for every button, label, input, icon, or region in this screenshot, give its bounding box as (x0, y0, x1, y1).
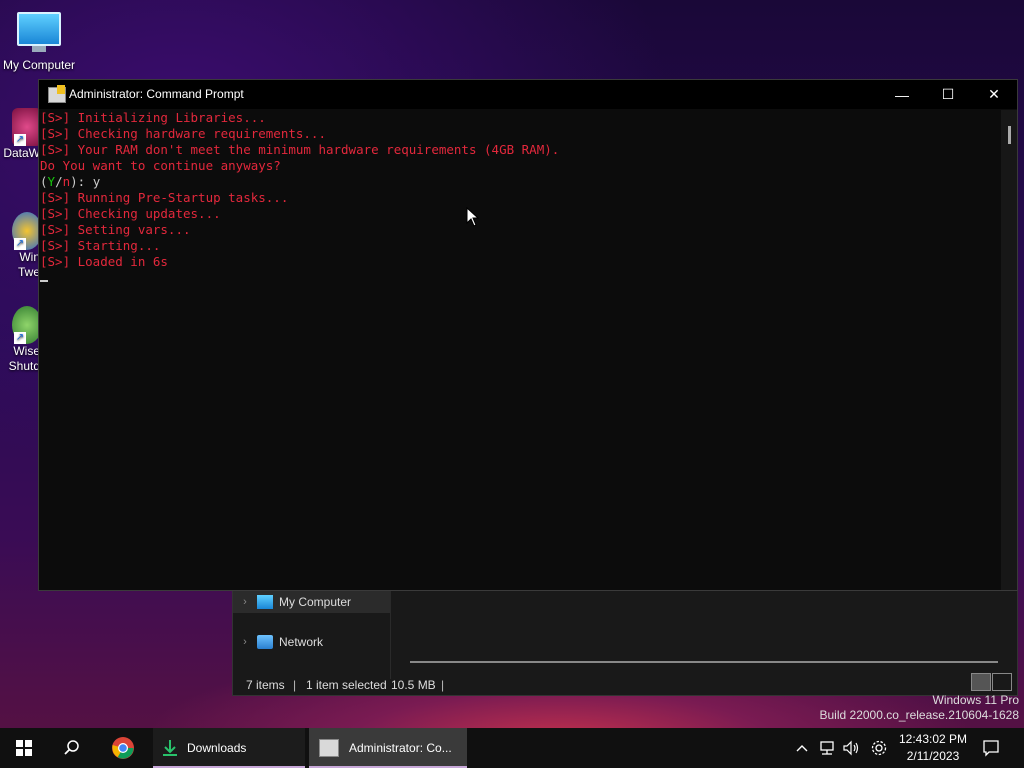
vertical-scrollbar[interactable] (1001, 110, 1017, 590)
prompt-slash: / (55, 174, 63, 189)
desktop-icon-label: Wise (13, 344, 40, 358)
prompt-answer: y (92, 174, 101, 189)
command-prompt-window[interactable]: Administrator: Command Prompt — ☐ ✕ [S>]… (38, 79, 1018, 591)
prompt-paren: ( (40, 174, 48, 189)
taskbar-app-downloads[interactable]: Downloads (153, 728, 305, 768)
windows-logo-icon (16, 740, 32, 756)
status-size: 10.5 MB (391, 678, 436, 692)
chevron-up-icon (796, 745, 808, 752)
network-icon (820, 741, 834, 755)
console-output[interactable]: [S>] Initializing Libraries... [S>] Check… (40, 110, 1001, 590)
desktop-icon-label: My Computer (2, 58, 76, 72)
notification-center-button[interactable] (980, 728, 1002, 768)
shortcut-arrow-icon: ↗ (14, 134, 26, 146)
nav-divider (390, 591, 391, 679)
scrollbar-thumb[interactable] (1008, 126, 1011, 144)
network-tray-button[interactable] (816, 728, 838, 768)
chrome-taskbar-button[interactable] (98, 728, 148, 768)
console-line: [S>] Running Pre-Startup tasks... (40, 190, 289, 205)
console-line: [S>] Setting vars... (40, 222, 191, 237)
explorer-status-bar: 7 items | 1 item selected 10.5 MB | (233, 675, 1017, 695)
console-prompt-line: (Y/n): y (40, 174, 1001, 190)
close-button[interactable]: ✕ (971, 80, 1017, 109)
console-line: [S>] Checking hardware requirements... (40, 126, 326, 141)
speaker-icon (843, 740, 859, 756)
desktop-icon-label: Twe (17, 265, 40, 279)
shortcut-arrow-icon: ↗ (14, 332, 26, 344)
settings-tray-button[interactable] (868, 728, 890, 768)
search-icon (64, 740, 79, 755)
minimize-button[interactable]: — (879, 80, 925, 109)
horizontal-scrollbar[interactable] (410, 661, 998, 663)
notification-icon (983, 740, 999, 757)
console-line: [S>] Initializing Libraries... (40, 110, 266, 125)
large-icons-view-button[interactable] (992, 673, 1012, 691)
minimize-icon: — (895, 86, 909, 103)
search-button[interactable] (48, 728, 96, 768)
prompt-paren: ): (70, 174, 93, 189)
console-line: [S>] Starting... (40, 238, 161, 253)
show-hidden-icons-button[interactable] (792, 728, 812, 768)
prompt-no-option: n (62, 174, 71, 189)
shortcut-arrow-icon: ↗ (14, 238, 26, 250)
taskbar-app-label: Administrator: Co... (349, 741, 452, 755)
mouse-pointer-icon (466, 207, 480, 227)
desktop-icon-my-computer[interactable]: My Computer (0, 8, 78, 72)
console-cursor-line (40, 270, 1001, 286)
gear-icon (871, 740, 887, 756)
taskbar: Downloads Administrator: Co... 12:43:02 … (0, 728, 1024, 768)
status-divider: | (293, 678, 297, 692)
maximize-button[interactable]: ☐ (925, 80, 971, 109)
window-titlebar[interactable]: Administrator: Command Prompt — ☐ ✕ (39, 80, 1017, 109)
nav-item-label: My Computer (279, 595, 352, 609)
prompt-yes-option: Y (47, 174, 56, 189)
nav-item-label: Network (279, 635, 324, 649)
chevron-right-icon[interactable]: › (233, 596, 257, 608)
desktop-icon-label: Win (19, 250, 40, 264)
start-button[interactable] (0, 728, 48, 768)
maximize-icon: ☐ (941, 86, 955, 102)
desktop-icon-label: DataW (3, 146, 40, 160)
download-icon (163, 740, 177, 756)
status-divider: | (441, 678, 445, 692)
desktop-icon-label: Shutd (8, 359, 40, 373)
monitor-stand (32, 46, 46, 52)
cmd-icon (319, 739, 339, 757)
chevron-right-icon[interactable]: › (233, 636, 257, 648)
details-view-button[interactable] (971, 673, 991, 691)
console-line: [S>] Loaded in 6s (40, 254, 168, 269)
desktop-icon-datawiz[interactable]: ↗ DataW (0, 108, 42, 161)
chrome-icon (112, 737, 134, 759)
console-line: [S>] Checking updates... (40, 206, 221, 221)
desktop-icon-win-tweaker[interactable]: ↗ Win Twe (0, 212, 42, 280)
status-item-count: 7 items (246, 678, 285, 692)
text-cursor (40, 280, 48, 282)
taskbar-app-label: Downloads (187, 741, 247, 755)
taskbar-app-command-prompt[interactable]: Administrator: Co... (309, 728, 467, 768)
monitor-icon (17, 12, 61, 46)
network-icon (257, 635, 273, 649)
nav-item-network[interactable]: › Network (233, 631, 323, 653)
volume-tray-button[interactable] (840, 728, 862, 768)
windows-watermark: Windows 11 Pro Build 22000.co_release.21… (820, 693, 1020, 723)
status-selected: 1 item selected (306, 678, 387, 692)
console-line: Do You want to continue anyways? (40, 158, 281, 173)
monitor-icon (257, 595, 273, 609)
console-line: [S>] Your RAM don't meet the minimum har… (40, 142, 560, 157)
watermark-edition: Windows 11 Pro (932, 693, 1019, 707)
nav-item-my-computer[interactable]: › My Computer (233, 591, 390, 613)
close-icon: ✕ (988, 86, 1000, 102)
cmd-icon (48, 85, 66, 103)
clock-time: 12:43:02 PM (898, 732, 968, 746)
clock-date: 2/11/2023 (906, 749, 960, 763)
file-explorer-window: › My Computer › Network 7 items | 1 item… (232, 590, 1018, 696)
window-title: Administrator: Command Prompt (69, 87, 244, 101)
desktop-icon-wise-shutdown[interactable]: ↗ Wise Shutd (0, 306, 42, 374)
taskbar-clock[interactable]: 12:43:02 PM 2/11/2023 (893, 731, 973, 765)
watermark-build: Build 22000.co_release.210604-1628 (819, 708, 1020, 722)
